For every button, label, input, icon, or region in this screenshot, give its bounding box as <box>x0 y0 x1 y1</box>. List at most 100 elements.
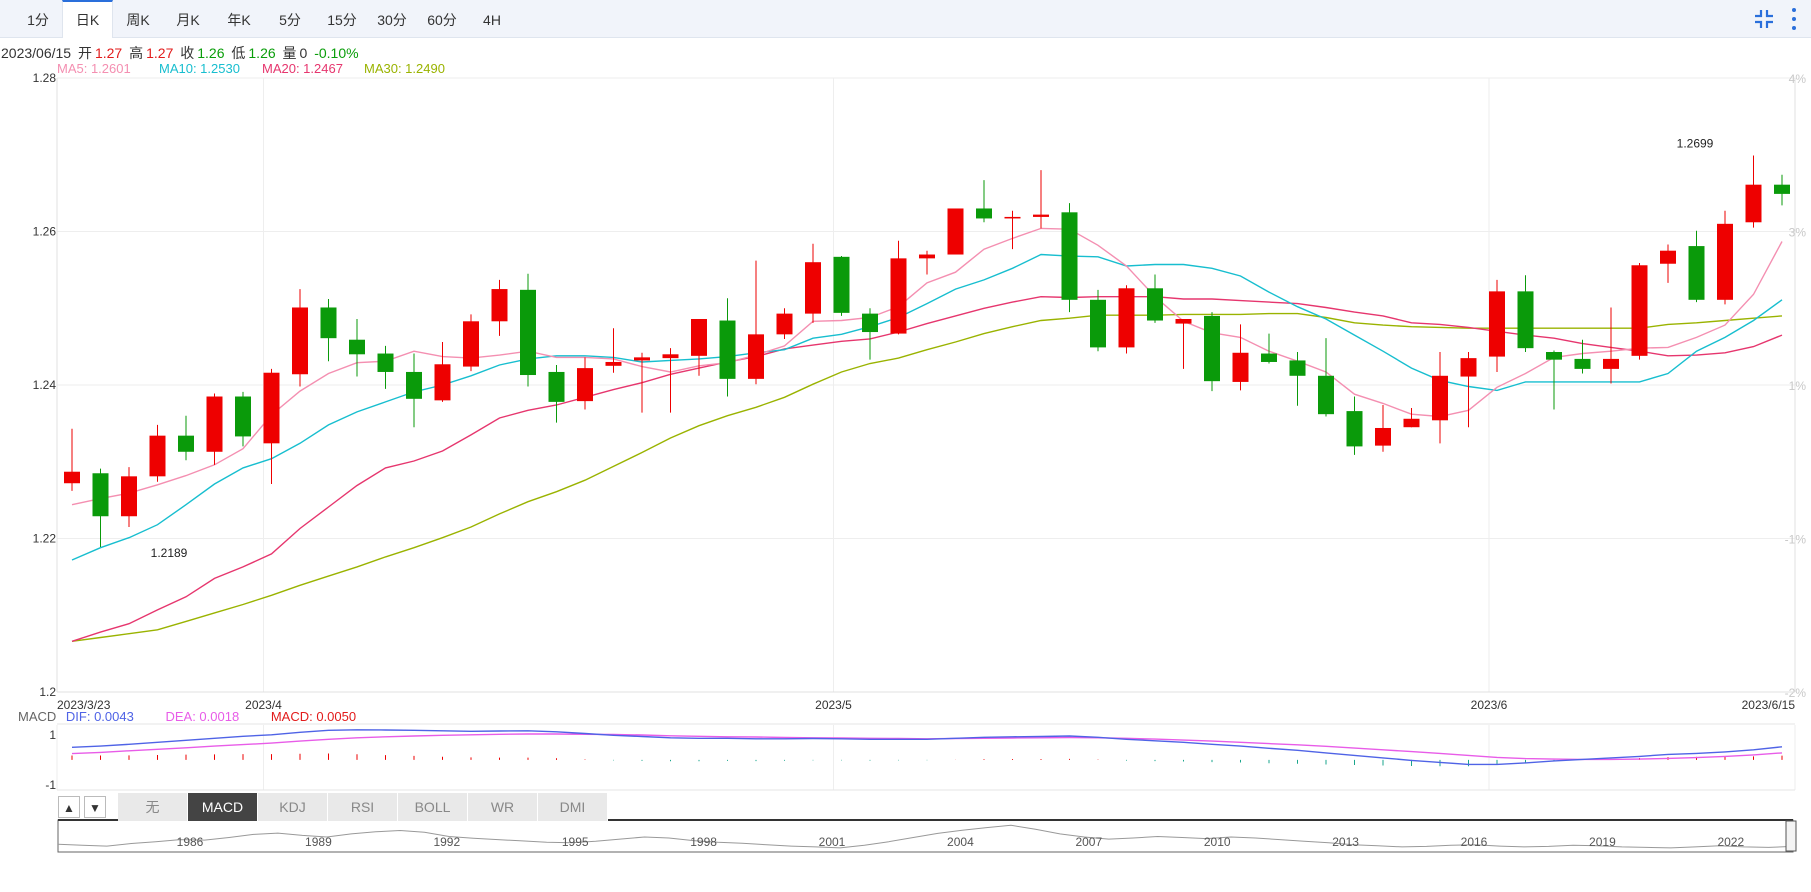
y-tick-label: 1.28 <box>33 71 57 85</box>
candle <box>890 240 907 335</box>
candle-body <box>691 318 707 356</box>
right-tick-label: -1% <box>1785 533 1807 547</box>
right-tick-label: -2% <box>1785 686 1807 700</box>
navigator-frame <box>57 819 1794 853</box>
indicator-tab-kdj[interactable]: KDJ <box>258 793 328 821</box>
candle-body <box>1147 288 1163 321</box>
candle-body <box>1574 358 1591 369</box>
macd-y-tick-label: -1 <box>45 778 56 792</box>
y-tick-label: 1.24 <box>33 378 57 392</box>
indicator-tab-boll[interactable]: BOLL <box>398 793 468 821</box>
candle-body <box>263 372 280 444</box>
macd-y-tick-label: 1 <box>49 728 56 742</box>
candle-body <box>1717 223 1733 300</box>
tab-60min[interactable]: 60分 <box>422 0 462 38</box>
candle <box>434 342 451 402</box>
volume-label: 量 <box>282 45 297 61</box>
candle-body <box>1033 214 1049 217</box>
candle <box>1546 350 1562 410</box>
navigator-year-label: 1998 <box>690 835 717 849</box>
tab-15min[interactable]: 15分 <box>322 0 362 38</box>
candle <box>292 289 308 387</box>
candle <box>1432 351 1448 444</box>
candle <box>976 180 992 223</box>
tab-weekly-k[interactable]: 周K <box>120 0 156 38</box>
ma20-line <box>71 295 1783 642</box>
candle-body <box>662 354 679 359</box>
high-value: 1.27 <box>146 45 174 61</box>
candle <box>1688 230 1705 303</box>
navigator-year-label: 2007 <box>1075 835 1102 849</box>
candle <box>577 357 593 410</box>
macd-label: MACD <box>18 709 57 724</box>
candle <box>833 256 850 316</box>
open-value: 1.27 <box>94 45 123 61</box>
candle-body <box>349 339 365 355</box>
shrink-icon[interactable] <box>1753 8 1775 30</box>
candle <box>1517 275 1534 352</box>
tab-monthly-k[interactable]: 月K <box>170 0 206 38</box>
candle-body <box>719 320 736 379</box>
candle <box>406 353 422 428</box>
candle <box>235 391 251 447</box>
candle-body <box>206 396 223 452</box>
candle <box>263 368 280 485</box>
candle-body <box>1489 291 1505 357</box>
candle-body <box>1603 358 1619 369</box>
vertical-dots-icon[interactable] <box>1790 6 1798 32</box>
candle <box>691 318 707 376</box>
candlestick-chart[interactable]: 1.281.261.241.221.24%3%1%-1%-2%2023/3/23… <box>0 0 1811 892</box>
candle <box>1004 210 1021 250</box>
candle <box>64 428 80 491</box>
dea-line <box>71 733 1783 761</box>
candle <box>1090 289 1106 352</box>
scroll-up-button[interactable]: ▲ <box>58 796 80 818</box>
candle-body <box>1688 246 1705 300</box>
candle-body <box>1546 351 1562 360</box>
indicator-tab-macd[interactable]: MACD <box>188 793 258 821</box>
tab-30min[interactable]: 30分 <box>372 0 412 38</box>
tab-1min[interactable]: 1分 <box>20 0 56 38</box>
candle-body <box>121 476 137 517</box>
candle <box>463 314 479 372</box>
candle-body <box>833 256 850 313</box>
candle <box>919 250 935 275</box>
candle-body <box>862 313 878 333</box>
candle <box>1261 333 1277 364</box>
candle-body <box>1631 265 1648 356</box>
close-value: 1.26 <box>197 45 225 61</box>
candle-body <box>1403 418 1420 428</box>
tab-4h[interactable]: 4H <box>474 0 510 38</box>
scroll-down-button[interactable]: ▼ <box>84 796 106 818</box>
candle-body <box>577 368 593 402</box>
indicator-tab-rsi[interactable]: RSI <box>328 793 398 821</box>
x-tick-label: 2023/5 <box>815 698 852 712</box>
candle-body <box>520 289 536 376</box>
candle <box>1232 324 1249 391</box>
candle-body <box>748 334 764 379</box>
candle-body <box>1460 358 1477 377</box>
open-label: 开 <box>77 45 92 61</box>
tab-yearly-k[interactable]: 年K <box>221 0 257 38</box>
candle-body <box>406 371 422 399</box>
candle <box>1660 244 1676 283</box>
candle <box>206 393 223 465</box>
candle <box>92 468 109 547</box>
candle <box>605 328 622 373</box>
candle <box>1603 307 1619 384</box>
ma5-legend: MA5: 1.2601 <box>57 61 131 76</box>
indicator-tab-none[interactable]: 无 <box>118 793 188 821</box>
quote-date: 2023/06/15 <box>1 45 72 61</box>
candle-body <box>1346 411 1363 447</box>
tab-5min[interactable]: 5分 <box>272 0 308 38</box>
indicator-tab-dmi[interactable]: DMI <box>538 793 608 821</box>
macd-legend: MACD DIF: 0.0043 DEA: 0.0018 MACD: 0.005… <box>18 709 384 724</box>
tab-daily-k[interactable]: 日K <box>62 0 113 38</box>
indicator-tab-wr[interactable]: WR <box>468 793 538 821</box>
candle-body <box>805 262 821 314</box>
candle <box>121 467 137 527</box>
ma10-line <box>71 253 1783 561</box>
candle-body <box>1232 352 1249 382</box>
right-tick-label: 1% <box>1789 379 1807 393</box>
candle <box>149 424 166 482</box>
